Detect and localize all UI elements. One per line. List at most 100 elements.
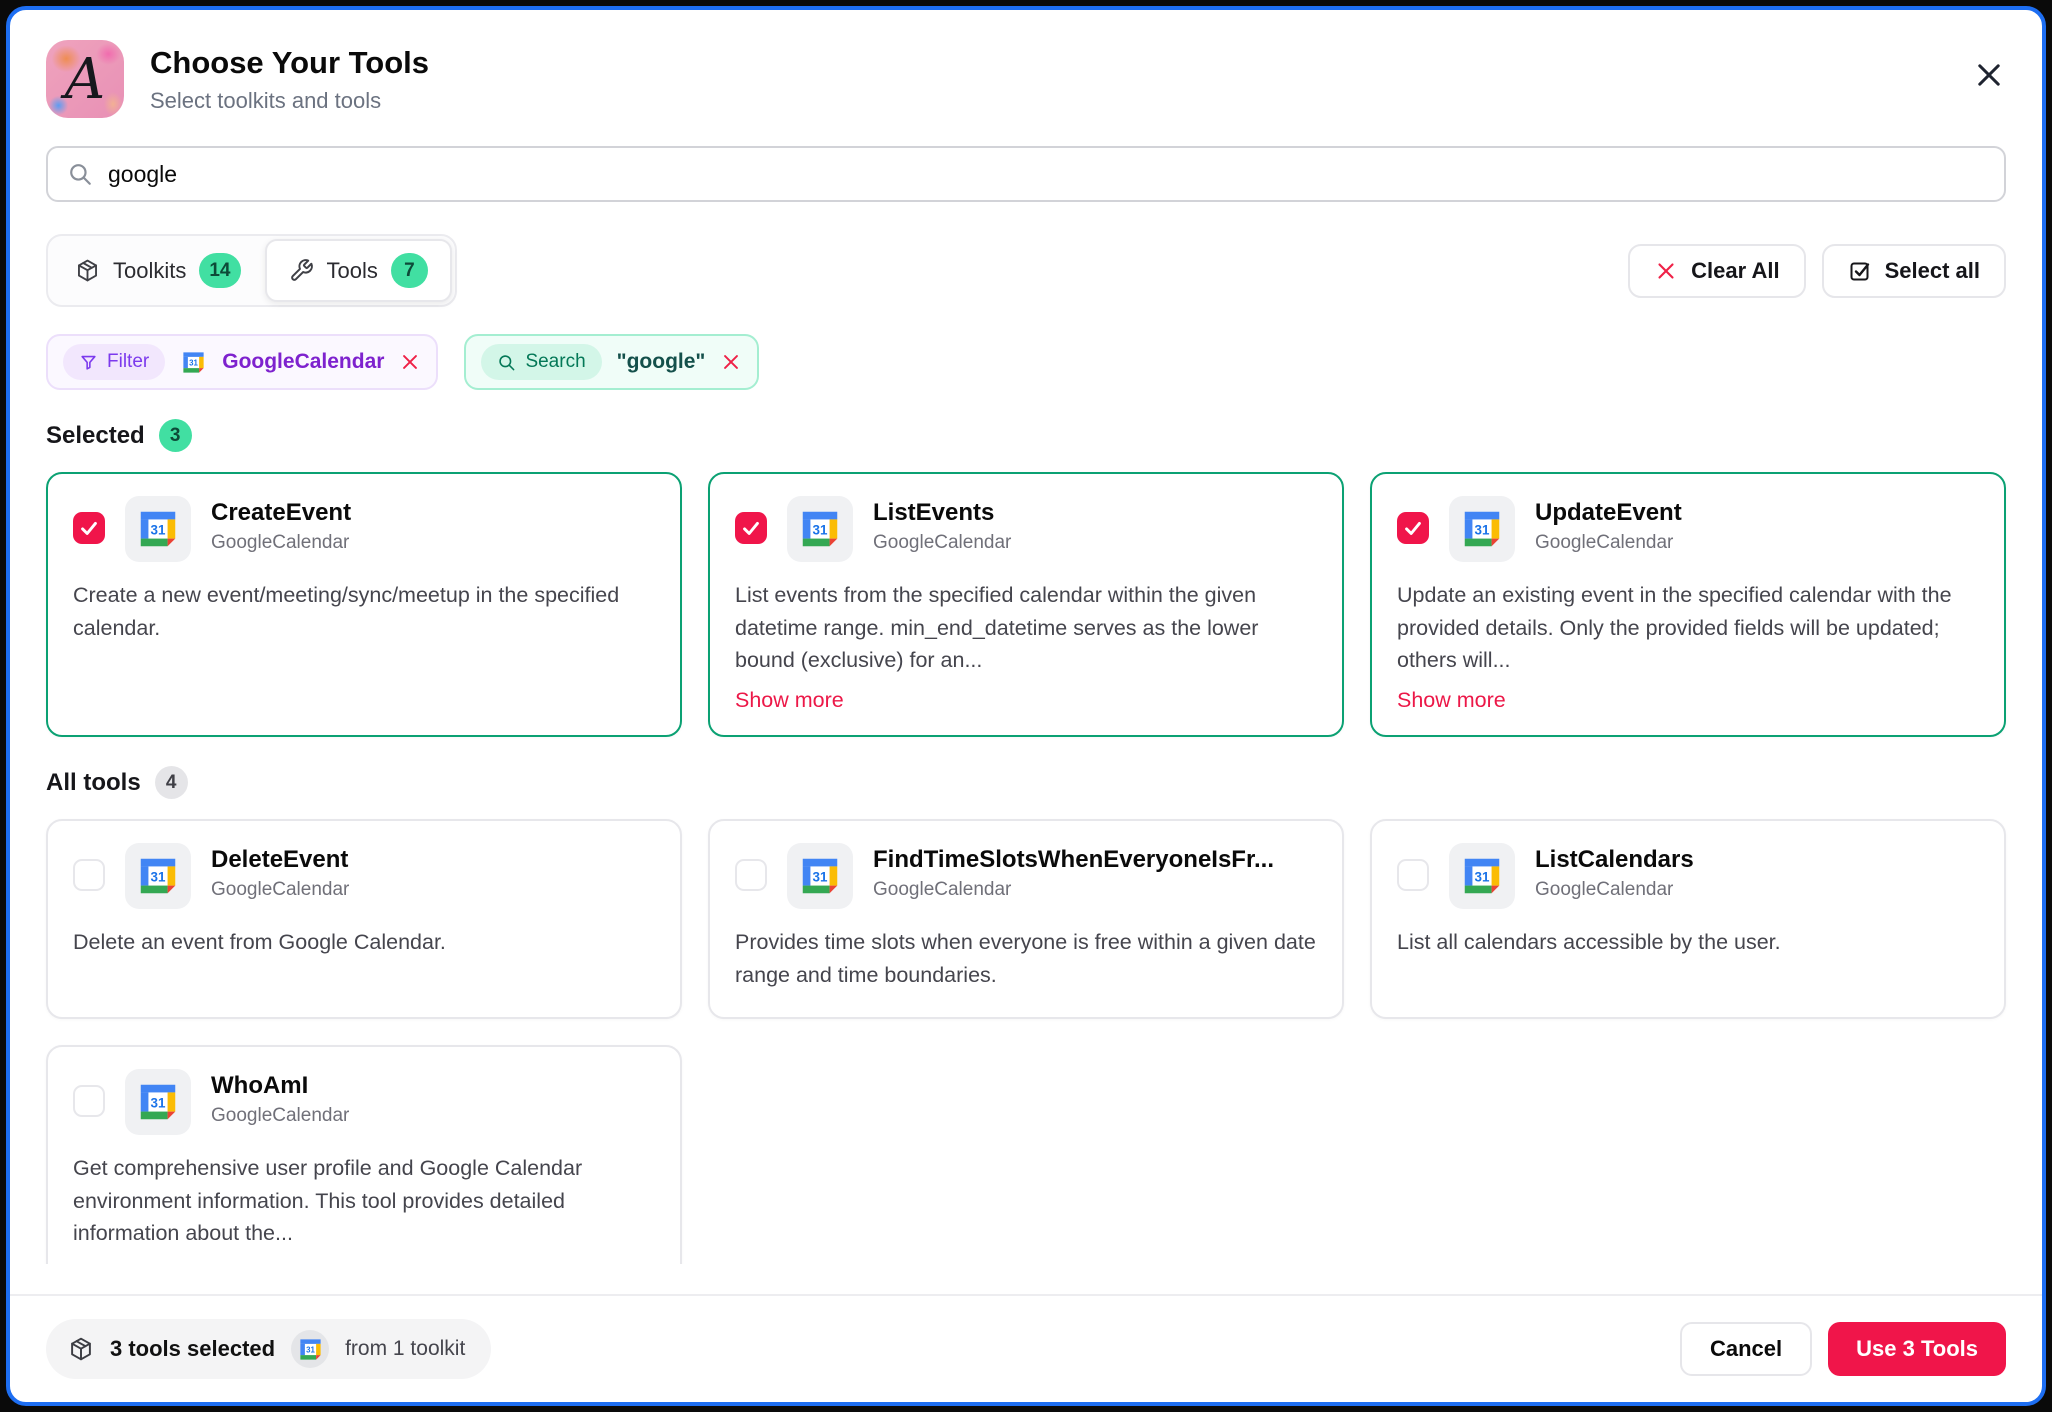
tool-icon-tile — [1449, 496, 1515, 562]
tool-description: Delete an event from Google Calendar. — [73, 926, 655, 959]
selection-summary-text: 3 tools selected — [110, 1336, 275, 1362]
remove-filter-icon[interactable] — [399, 351, 421, 373]
search-chip: Search "google" — [464, 334, 759, 390]
search-bar[interactable] — [46, 146, 2006, 202]
search-chip-pill: Search — [481, 344, 601, 380]
search-input[interactable] — [108, 161, 1985, 188]
search-chip-value: "google" — [617, 350, 706, 374]
tool-description: Provides time slots when everyone is fre… — [735, 926, 1317, 991]
tools-count-badge: 7 — [391, 253, 428, 288]
toolbar: Toolkits 14 Tools 7 Clear All — [46, 234, 2006, 307]
clear-all-label: Clear All — [1691, 258, 1779, 284]
tool-card-create-event[interactable]: CreateEvent GoogleCalendar Create a new … — [46, 472, 682, 737]
page-title: Choose Your Tools — [150, 45, 429, 81]
tool-checkbox[interactable] — [73, 512, 105, 544]
toolkits-count-badge: 14 — [199, 253, 240, 288]
tool-toolkit: GoogleCalendar — [211, 879, 349, 901]
tool-icon-tile — [787, 496, 853, 562]
all-tools-count-badge: 4 — [155, 766, 188, 799]
google-calendar-icon — [1459, 506, 1505, 552]
filter-chip-label: Filter — [107, 351, 149, 373]
tab-tools-label: Tools — [327, 258, 378, 284]
dialog-header: A Choose Your Tools Select toolkits and … — [46, 40, 2006, 118]
close-icon[interactable] — [1972, 58, 2006, 92]
tool-card-delete-event[interactable]: DeleteEvent GoogleCalendar Delete an eve… — [46, 819, 682, 1019]
show-more-link[interactable]: Show more — [1397, 688, 1506, 713]
cancel-button[interactable]: Cancel — [1680, 1322, 1812, 1376]
tool-card-update-event[interactable]: UpdateEvent GoogleCalendar Update an exi… — [1370, 472, 2006, 737]
tool-name: DeleteEvent — [211, 846, 349, 874]
search-chip-label: Search — [525, 351, 585, 373]
tool-checkbox[interactable] — [1397, 859, 1429, 891]
toolkit-count-text: from 1 toolkit — [345, 1337, 465, 1361]
filter-chip: Filter GoogleCalendar — [46, 334, 438, 390]
google-calendar-icon — [135, 1079, 181, 1125]
search-icon — [497, 353, 516, 372]
tool-toolkit: GoogleCalendar — [1535, 879, 1694, 901]
google-calendar-icon — [297, 1336, 324, 1363]
tool-toolkit: GoogleCalendar — [1535, 532, 1682, 554]
choose-tools-dialog: A Choose Your Tools Select toolkits and … — [6, 6, 2046, 1406]
all-tools-section-header: All tools 4 — [46, 766, 2006, 799]
google-calendar-icon — [797, 506, 843, 552]
google-calendar-icon — [180, 349, 207, 376]
google-calendar-icon — [797, 853, 843, 899]
package-icon — [68, 1336, 94, 1362]
tool-checkbox[interactable] — [73, 1085, 105, 1117]
tool-card-list-events[interactable]: ListEvents GoogleCalendar List events fr… — [708, 472, 1344, 737]
select-all-label: Select all — [1885, 258, 1980, 284]
tool-card-list-calendars[interactable]: ListCalendars GoogleCalendar List all ca… — [1370, 819, 2006, 1019]
tool-toolkit: GoogleCalendar — [873, 532, 1011, 554]
check-icon — [740, 517, 762, 539]
tool-card-who-am-i[interactable]: WhoAmI GoogleCalendar Get comprehensive … — [46, 1045, 682, 1264]
funnel-icon — [79, 353, 98, 372]
google-calendar-icon — [135, 853, 181, 899]
show-more-link[interactable]: Show more — [735, 688, 844, 713]
tool-description: Get comprehensive user profile and Googl… — [73, 1152, 655, 1250]
checked-square-icon — [1848, 259, 1872, 283]
selected-section-header: Selected 3 — [46, 419, 2006, 452]
selected-count-badge: 3 — [159, 419, 192, 452]
all-tools-grid: DeleteEvent GoogleCalendar Delete an eve… — [46, 819, 2006, 1264]
tool-description: Create a new event/meeting/sync/meetup i… — [73, 579, 655, 644]
tab-tools[interactable]: Tools 7 — [265, 239, 452, 302]
package-icon — [75, 258, 100, 283]
tool-checkbox[interactable] — [1397, 512, 1429, 544]
selected-section-title: Selected — [46, 422, 145, 450]
tool-checkbox[interactable] — [735, 512, 767, 544]
tab-toolkits[interactable]: Toolkits 14 — [51, 239, 265, 302]
google-calendar-icon — [135, 506, 181, 552]
tool-checkbox[interactable] — [73, 859, 105, 891]
tab-group: Toolkits 14 Tools 7 — [46, 234, 457, 307]
tool-name: ListCalendars — [1535, 846, 1694, 874]
active-filters: Filter GoogleCalendar Search "google" — [46, 334, 2006, 390]
page-background: A Choose Your Tools Select toolkits and … — [0, 0, 2052, 1412]
tool-toolkit: GoogleCalendar — [211, 532, 351, 554]
header-text: Choose Your Tools Select toolkits and to… — [150, 45, 429, 114]
tool-icon-tile — [787, 843, 853, 909]
show-more-link[interactable]: Show more — [73, 1261, 182, 1264]
dialog-content: A Choose Your Tools Select toolkits and … — [10, 10, 2042, 1264]
tool-description: Update an existing event in the specifie… — [1397, 579, 1979, 677]
selected-tools-grid: CreateEvent GoogleCalendar Create a new … — [46, 472, 2006, 737]
google-calendar-icon — [1459, 853, 1505, 899]
remove-search-icon[interactable] — [720, 351, 742, 373]
tab-toolkits-label: Toolkits — [113, 258, 186, 284]
select-all-button[interactable]: Select all — [1822, 244, 2006, 298]
selection-summary: 3 tools selected from 1 toolkit — [46, 1319, 491, 1379]
tool-checkbox[interactable] — [735, 859, 767, 891]
tool-icon-tile — [125, 1069, 191, 1135]
use-tools-button[interactable]: Use 3 Tools — [1828, 1322, 2006, 1376]
check-icon — [1402, 517, 1424, 539]
filter-chip-pill: Filter — [63, 344, 165, 380]
tool-icon-tile — [125, 843, 191, 909]
clear-all-button[interactable]: Clear All — [1628, 244, 1805, 298]
dialog-footer: 3 tools selected from 1 toolkit Cancel U… — [10, 1294, 2042, 1402]
tool-name: FindTimeSlotsWhenEveryoneIsFr... — [873, 846, 1274, 874]
check-icon — [78, 517, 100, 539]
app-logo-icon: A — [46, 40, 124, 118]
tool-name: UpdateEvent — [1535, 499, 1682, 527]
tool-card-find-time-slots[interactable]: FindTimeSlotsWhenEveryoneIsFr... GoogleC… — [708, 819, 1344, 1019]
clear-x-icon — [1654, 259, 1678, 283]
tool-name: ListEvents — [873, 499, 1011, 527]
